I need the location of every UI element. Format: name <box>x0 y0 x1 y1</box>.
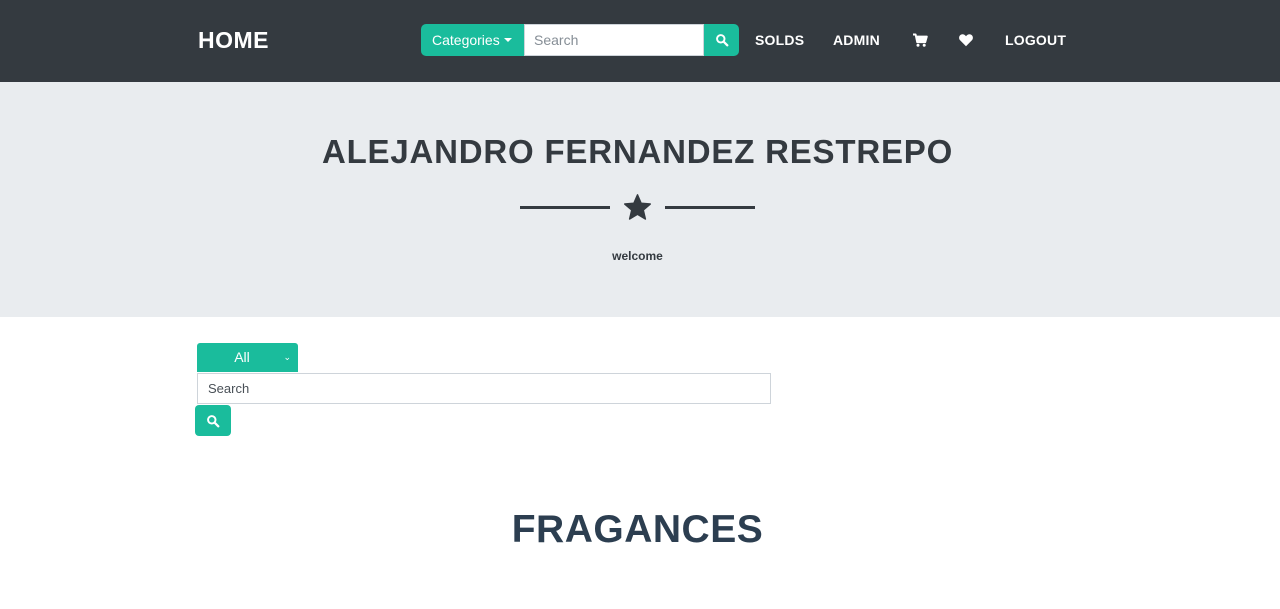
chevron-down-icon: ⌄ <box>283 352 291 362</box>
product-search-button[interactable] <box>195 405 231 436</box>
navbar-search-input[interactable] <box>524 24 704 56</box>
section-title: FRAGANCES <box>511 508 764 551</box>
cart-icon[interactable] <box>912 32 928 48</box>
star-icon <box>624 194 651 220</box>
navbar: HOME Categories SOLDS ADMIN LOGOUT <box>0 0 1280 82</box>
profile-header: ALEJANDRO FERNANDEZ RESTREPO welcome <box>0 82 1280 317</box>
home-link[interactable]: HOME <box>198 27 269 53</box>
category-filter-select[interactable]: All ⌄ <box>197 343 298 372</box>
nav-link-logout[interactable]: LOGOUT <box>1005 32 1066 48</box>
profile-name: ALEJANDRO FERNANDEZ RESTREPO <box>321 133 954 170</box>
categories-dropdown[interactable]: Categories <box>421 24 524 56</box>
search-icon <box>207 414 220 427</box>
divider-line-left <box>520 206 610 209</box>
navbar-search-button[interactable] <box>704 24 739 56</box>
navbar-search-group: Categories <box>421 24 739 56</box>
heart-icon[interactable] <box>958 32 974 48</box>
category-filter-value: All <box>234 349 250 365</box>
nav-link-admin[interactable]: ADMIN <box>833 32 880 48</box>
categories-label: Categories <box>432 32 500 48</box>
caret-down-icon <box>504 38 512 42</box>
nav-link-solds[interactable]: SOLDS <box>755 32 804 48</box>
product-search-input[interactable] <box>197 373 771 404</box>
search-icon <box>715 34 728 47</box>
welcome-text: welcome <box>612 249 663 263</box>
divider-line-right <box>665 206 755 209</box>
